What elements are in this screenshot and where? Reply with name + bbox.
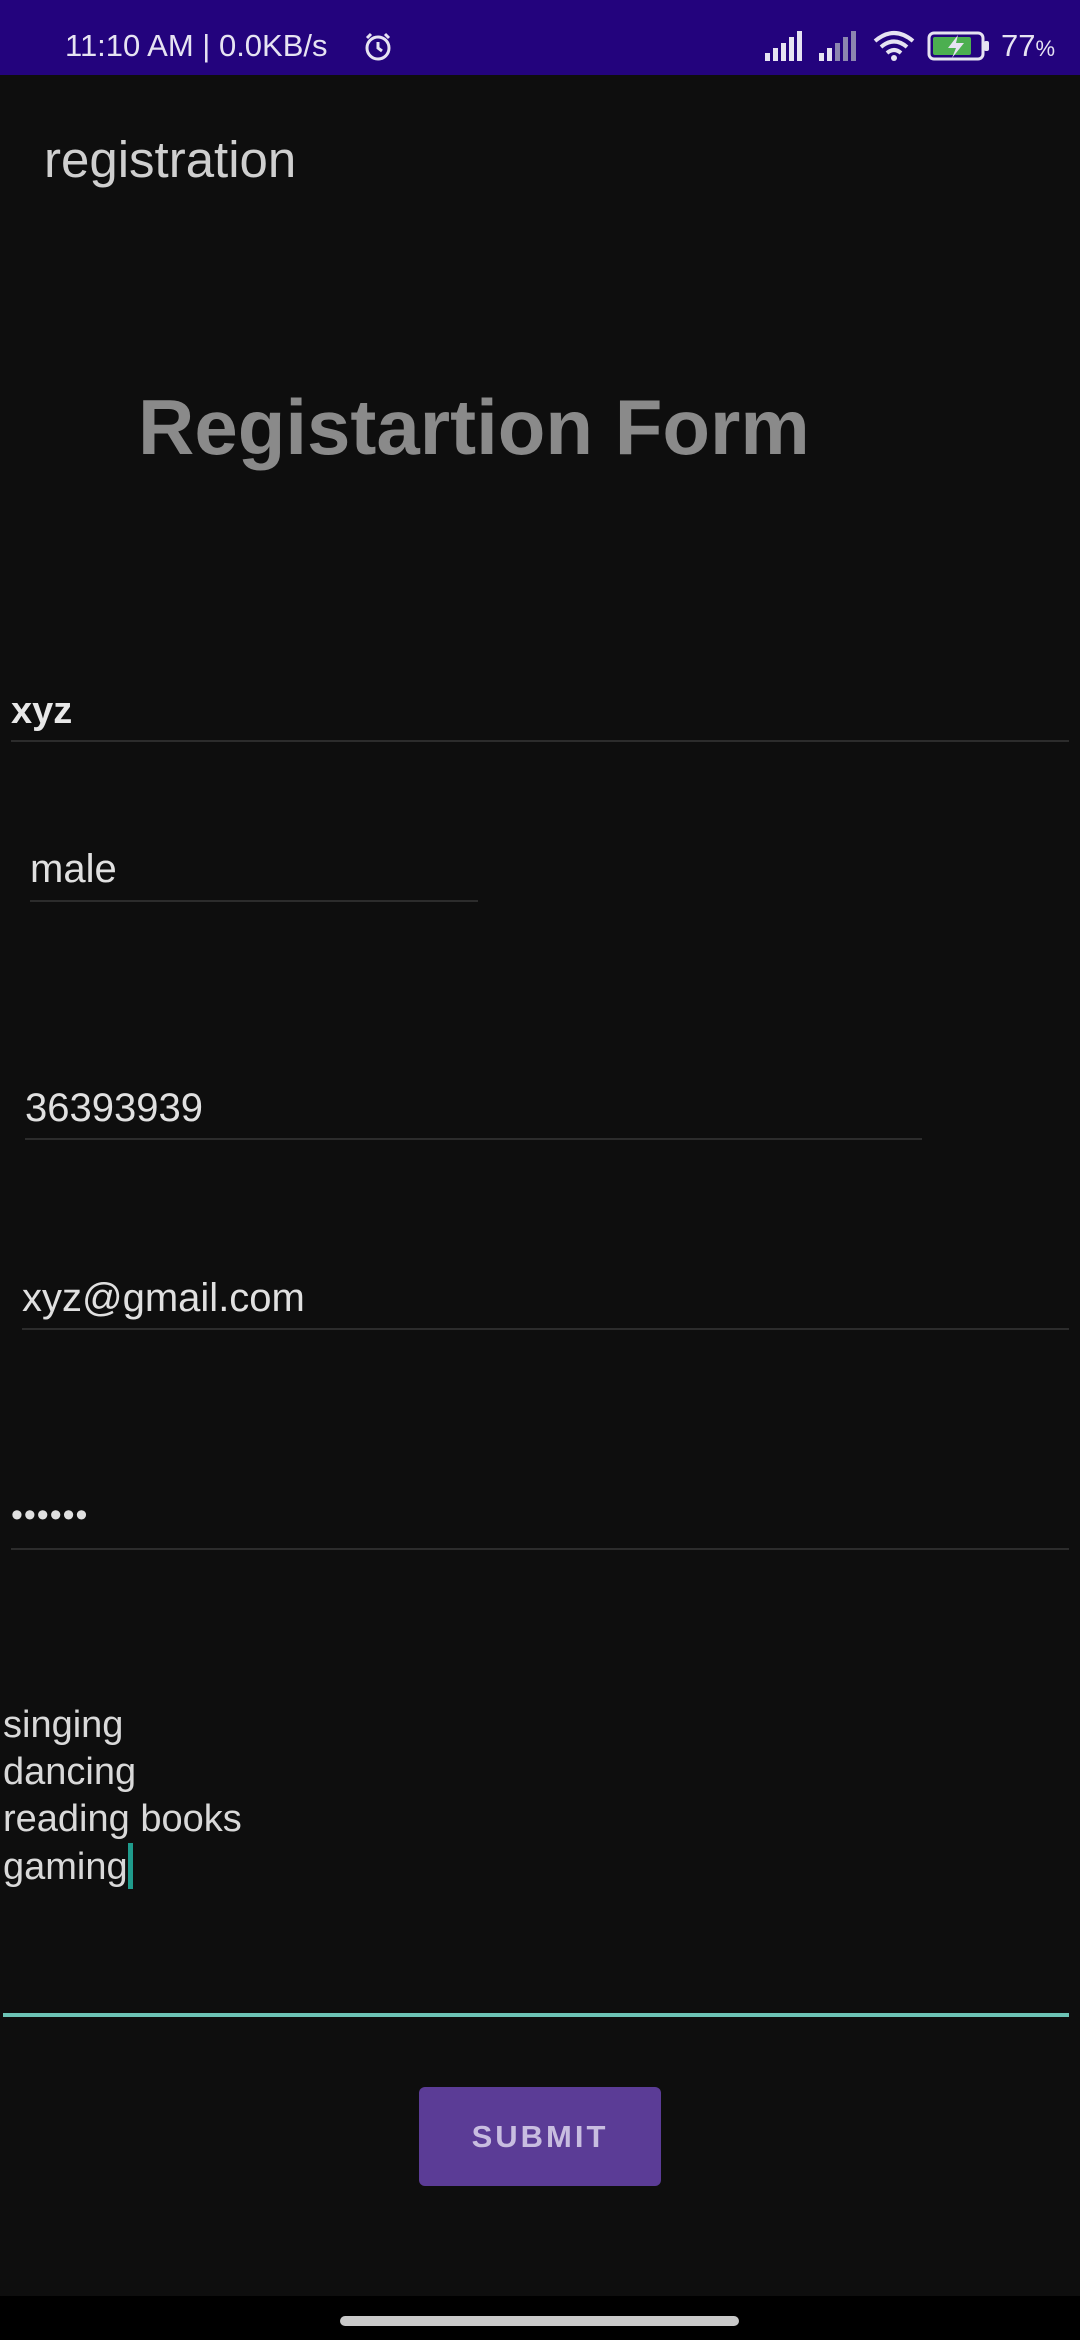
- email-field-underline: [22, 1328, 1069, 1330]
- name-field-underline: [11, 740, 1069, 742]
- status-icons: 77%: [753, 28, 1055, 64]
- signal-icon: [818, 31, 856, 61]
- status-time: 11:10 AM | 0.0KB/s: [65, 28, 328, 63]
- gender-field-underline: [30, 900, 478, 902]
- text-cursor: [127, 1843, 133, 1889]
- hobbies-field-underline: [3, 2013, 1069, 2017]
- status-bar: 11:10 AM | 0.0KB/s 77%: [0, 0, 1080, 75]
- battery-charging-icon: [927, 31, 989, 61]
- wifi-icon: [873, 31, 915, 61]
- phone-field-underline: [25, 1138, 922, 1140]
- password-field[interactable]: ••••••: [11, 1496, 88, 1535]
- registration-screen: 11:10 AM | 0.0KB/s 77% registration Regi…: [0, 0, 1080, 2340]
- name-field[interactable]: xyz: [11, 690, 72, 733]
- gender-field[interactable]: male: [30, 847, 117, 892]
- app-title: registration: [44, 131, 297, 188]
- battery-percent: 77%: [1000, 28, 1055, 63]
- signal-icon: [764, 31, 802, 61]
- form-heading: Registartion Form: [138, 383, 810, 471]
- home-indicator[interactable]: [340, 2316, 739, 2326]
- submit-button[interactable]: SUBMIT: [419, 2087, 661, 2186]
- email-field[interactable]: xyz@gmail.com: [22, 1276, 305, 1321]
- hobbies-field[interactable]: singing dancing reading books gaming: [3, 1702, 242, 1891]
- alarm-icon: [365, 32, 391, 61]
- password-field-underline: [11, 1548, 1069, 1550]
- phone-field[interactable]: 36393939: [25, 1086, 203, 1131]
